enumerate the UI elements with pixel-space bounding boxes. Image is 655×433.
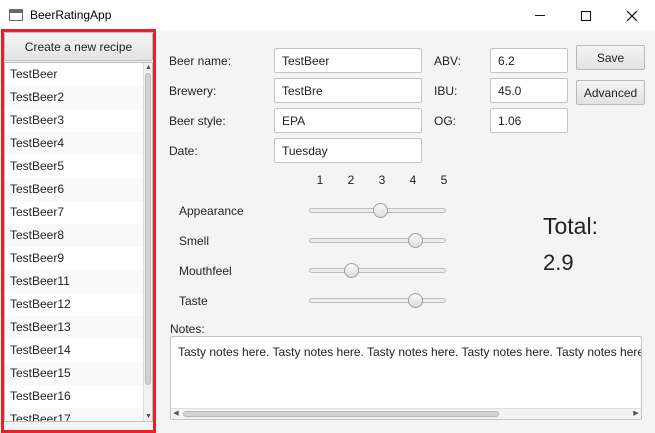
- maximize-icon: [581, 10, 591, 21]
- scale-tick-label: 3: [378, 173, 386, 187]
- beer-name-input[interactable]: [274, 48, 422, 73]
- appearance-slider[interactable]: [309, 203, 446, 218]
- sidebar-highlight-frame: [1, 29, 156, 433]
- date-input[interactable]: [274, 138, 422, 163]
- og-label: OG:: [434, 114, 457, 128]
- scale-tick-label: 2: [347, 173, 355, 187]
- notes-textarea[interactable]: Tasty notes here. Tasty notes here. Tast…: [170, 336, 642, 420]
- brewery-label: Brewery:: [169, 84, 217, 98]
- total-label: Total:: [543, 213, 598, 239]
- close-icon: [626, 10, 638, 21]
- scale-tick-label: 4: [409, 173, 417, 187]
- appearance-slider-thumb[interactable]: [373, 203, 388, 218]
- date-label: Date:: [169, 144, 198, 158]
- scroll-right-arrow-icon[interactable]: ▶: [631, 409, 641, 419]
- minimize-button[interactable]: [517, 0, 563, 31]
- minimize-icon: [535, 15, 545, 16]
- brewery-input[interactable]: [274, 78, 422, 103]
- ibu-label: IBU:: [434, 84, 458, 98]
- scale-tick-label: 5: [440, 173, 448, 187]
- abv-input[interactable]: [490, 48, 568, 73]
- smell-label: Smell: [179, 234, 210, 248]
- total-value: 2.9: [543, 250, 574, 275]
- taste-label: Taste: [179, 294, 208, 308]
- scale-tick-label: 1: [316, 173, 324, 187]
- save-button[interactable]: Save: [576, 45, 645, 70]
- beer-name-label: Beer name:: [169, 54, 232, 68]
- window-title: BeerRatingApp: [30, 8, 112, 22]
- close-button[interactable]: [609, 0, 655, 31]
- appearance-label: Appearance: [179, 204, 244, 218]
- beer-style-input[interactable]: [274, 108, 422, 133]
- mouthfeel-label: Mouthfeel: [179, 264, 232, 278]
- taste-slider[interactable]: [309, 293, 446, 308]
- abv-label: ABV:: [434, 54, 461, 68]
- notes-label: Notes:: [170, 322, 205, 336]
- title-bar: BeerRatingApp: [0, 0, 655, 31]
- scroll-left-arrow-icon[interactable]: ◀: [171, 409, 181, 419]
- notes-horizontal-scrollbar[interactable]: ◀ ▶: [171, 408, 641, 419]
- smell-slider[interactable]: [309, 233, 446, 248]
- ibu-input[interactable]: [490, 78, 568, 103]
- notes-text: Tasty notes here. Tasty notes here. Tast…: [178, 345, 641, 359]
- advanced-button[interactable]: Advanced: [576, 80, 645, 105]
- beer-style-label: Beer style:: [169, 114, 226, 128]
- og-input[interactable]: [490, 108, 568, 133]
- mouthfeel-slider[interactable]: [309, 263, 446, 278]
- notes-scroll-thumb[interactable]: [183, 411, 499, 417]
- app-window-icon: [9, 9, 23, 21]
- maximize-button[interactable]: [563, 0, 609, 31]
